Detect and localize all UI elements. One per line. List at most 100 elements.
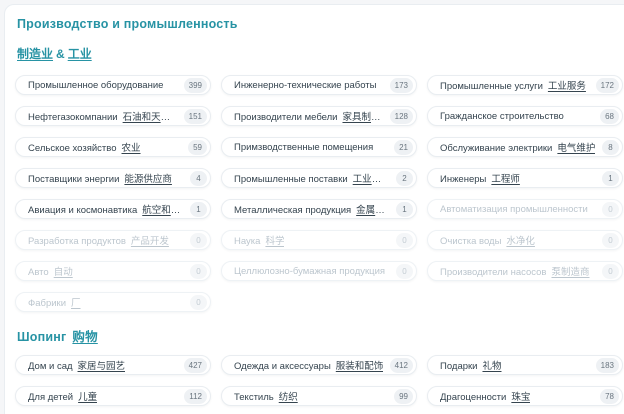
count-badge: 399 — [184, 78, 207, 93]
category-label: Промышленные услуги工业服务 — [440, 78, 586, 92]
count-badge: 0 — [190, 233, 207, 248]
link-industry[interactable]: 工业 — [68, 47, 92, 61]
link-manufacturing[interactable]: 制造业 — [17, 47, 53, 61]
category-item[interactable]: Целлюлозно-бумажная продукция0 — [221, 261, 417, 281]
category-label: Фабрики厂 — [28, 295, 81, 309]
category-label-zh: 产品开发 — [131, 236, 169, 247]
section-title-industry: Производство и промышленность — [17, 17, 623, 31]
industry-subcategory-links: 制造业&工业 — [17, 45, 623, 62]
category-item[interactable]: Подарки礼物 183 — [427, 355, 623, 375]
category-label-ru: Авто — [28, 267, 49, 278]
category-label: Очистка воды水净化 — [440, 233, 535, 247]
category-label: Производители насосов泵制造商 — [440, 264, 590, 278]
category-label: Нефтегазокомпании石油和天然气公司 — [28, 109, 178, 123]
category-item[interactable]: Производители насосов泵制造商 0 — [427, 261, 623, 281]
category-item[interactable]: Инженеры工程师1 — [427, 168, 623, 188]
count-badge: 59 — [188, 140, 207, 155]
count-badge: 1 — [396, 202, 413, 217]
category-label-ru: Инженеры — [440, 174, 486, 185]
category-item[interactable]: Очистка воды水净化 0 — [427, 230, 623, 250]
directory-page: { "theme": { "accent_color": "#2793a4", … — [0, 0, 624, 414]
category-label-ru: Обслуживание электрики — [440, 143, 552, 154]
count-badge: 112 — [184, 389, 207, 404]
category-label-ru: Производители мебели — [234, 112, 337, 123]
category-label: Примзводственные помещения — [234, 142, 373, 153]
category-item[interactable]: Текстиль纺织99 — [221, 386, 417, 406]
section-title-shopping: Шопинг 购物 — [17, 326, 623, 345]
category-item[interactable]: Промышленные услуги工业服务 172 — [427, 75, 623, 95]
category-label: Авиация и космонавтика航空和宇航 — [28, 202, 184, 216]
category-label: Текстиль 纺织 — [234, 389, 298, 403]
category-label: Промышленные поставки工业用品 — [234, 171, 390, 185]
category-label-zh: 泵制造商 — [551, 267, 589, 278]
category-item[interactable]: Наука科学0 — [221, 230, 417, 250]
category-label-ru: Инженерно-технические работы — [234, 80, 376, 91]
category-item[interactable]: Обслуживание электрики电气维护8 — [427, 137, 623, 157]
count-badge: 21 — [394, 140, 413, 155]
category-label: Для детей 儿童 — [28, 389, 97, 403]
category-label-ru: Промышленные услуги — [440, 81, 543, 92]
category-label: Подарки礼物 — [440, 358, 502, 372]
category-item[interactable]: Разработка продуктов产品开发0 — [15, 230, 211, 250]
category-item[interactable]: Инженерно-технические работы173 — [221, 75, 417, 95]
category-label-zh: 珠宝 — [511, 392, 530, 403]
category-item[interactable]: Одежда и аксессуары 服装和配饰 412 — [221, 355, 417, 375]
count-badge: 172 — [596, 78, 619, 93]
count-badge: 0 — [190, 295, 207, 310]
category-item[interactable]: Поставщики энергии能源供应商4 — [15, 168, 211, 188]
shopping-title-ru: Шопинг — [17, 330, 66, 344]
count-badge: 0 — [602, 233, 619, 248]
category-label-zh: 自动 — [54, 267, 73, 278]
category-item[interactable]: Для детей 儿童 112 — [15, 386, 211, 406]
category-label-ru: Для детей — [28, 392, 73, 403]
category-label-zh: 服装和配饰 — [336, 361, 384, 372]
category-label-zh: 礼物 — [482, 361, 501, 372]
count-badge: 0 — [602, 202, 619, 217]
category-label-ru: Одежда и аксессуары — [234, 361, 331, 372]
category-item[interactable]: Примзводственные помещения 21 — [221, 137, 417, 157]
category-label-zh: 能源供应商 — [124, 174, 172, 185]
category-item[interactable]: Производители мебели家具制造商128 — [221, 106, 417, 126]
count-badge: 0 — [190, 264, 207, 279]
count-badge: 78 — [600, 389, 619, 404]
category-item[interactable]: Авиация и космонавтика航空和宇航 1 — [15, 199, 211, 219]
category-item[interactable]: Нефтегазокомпании石油和天然气公司151 — [15, 106, 211, 126]
industry-category-grid: Промышленное оборудование 399 Инженерно-те… — [15, 75, 623, 312]
category-label-ru: Поставщики энергии — [28, 174, 119, 185]
category-label-zh: 儿童 — [78, 392, 97, 403]
category-item[interactable]: Промышленные поставки工业用品2 — [221, 168, 417, 188]
content-card: Производство и промышленность 制造业&工业 Про… — [4, 4, 624, 414]
category-label: Промышленное оборудование — [28, 80, 163, 91]
category-label: Производители мебели 家具制造商 — [234, 109, 384, 123]
category-label-zh: 农业 — [122, 143, 141, 154]
category-label-zh: 纺织 — [279, 392, 298, 403]
category-item[interactable]: Драгоценности珠宝78 — [427, 386, 623, 406]
category-label-zh: 水净化 — [506, 236, 535, 247]
category-item[interactable]: Дом и сад家居与园艺427 — [15, 355, 211, 375]
category-item[interactable]: Автоматизация промышленности0 — [427, 199, 623, 219]
category-item[interactable]: Фабрики厂 0 — [15, 292, 211, 312]
category-label-zh: 航空和宇航 — [142, 205, 184, 216]
category-item[interactable]: Гражданское строительство68 — [427, 106, 623, 126]
category-label-ru: Сельское хозяйство — [28, 143, 117, 154]
category-label-zh: 家具制造商 — [342, 112, 383, 123]
category-item[interactable]: Сельское хозяйство 农业 59 — [15, 137, 211, 157]
category-item[interactable]: Металлическая продукция金属制品1 — [221, 199, 417, 219]
count-badge: 0 — [602, 264, 619, 279]
category-label-ru: Текстиль — [234, 392, 274, 403]
category-item[interactable]: Промышленное оборудование 399 — [15, 75, 211, 95]
category-label: Инженерно-технические работы — [234, 80, 376, 91]
link-shopping-zh[interactable]: 购物 — [72, 330, 97, 344]
category-item[interactable]: Авто 自动 0 — [15, 261, 211, 281]
category-label: Инженеры工程师 — [440, 171, 520, 185]
count-badge: 1 — [190, 202, 207, 217]
ampersand-separator: & — [56, 47, 65, 61]
category-label-zh: 电气维护 — [557, 143, 595, 154]
category-label: Наука科学 — [234, 233, 284, 247]
category-label-ru: Нефтегазокомпании — [28, 112, 118, 123]
shopping-category-grid: Дом и сад家居与园艺427 Одежда и аксессуары 服装和配… — [15, 355, 623, 414]
count-badge: 412 — [390, 358, 413, 373]
category-label-ru: Гражданское строительство — [440, 111, 564, 122]
count-badge: 183 — [596, 358, 619, 373]
category-label: Авто 自动 — [28, 264, 73, 278]
